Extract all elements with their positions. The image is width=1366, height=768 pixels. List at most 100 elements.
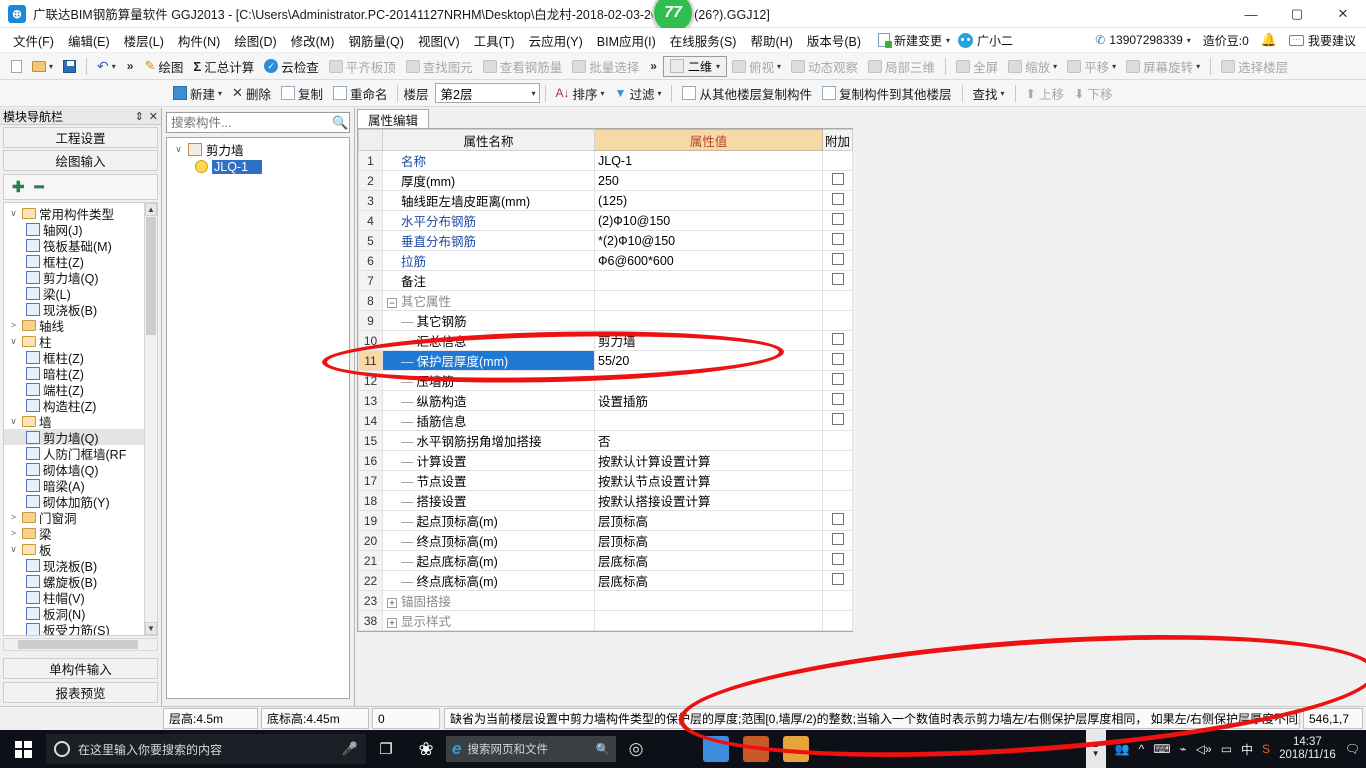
partial-3d-button[interactable]: 局部三维 [863, 55, 940, 78]
hscroll-thumb[interactable] [18, 640, 138, 649]
align-slab-top-button[interactable]: 平齐板顶 [324, 55, 401, 78]
property-value-cell[interactable] [594, 610, 823, 631]
property-name-cell[interactable]: — 水平钢筋拐角增加搭接 [382, 430, 595, 451]
menu-view[interactable]: 视图(V) [411, 28, 467, 53]
property-extra-cell[interactable] [822, 550, 853, 571]
property-extra-cell[interactable] [822, 270, 853, 291]
property-value-cell[interactable]: 层底标高 [594, 550, 823, 571]
property-name-cell[interactable]: — 计算设置 [382, 450, 595, 471]
property-value-cell[interactable]: (2)Ф10@150 [594, 210, 823, 231]
module-tree-node[interactable]: > 梁 [4, 525, 157, 542]
property-value-cell[interactable]: 层顶标高 [594, 530, 823, 551]
table-row[interactable]: 14— 插筋信息 [358, 410, 853, 431]
pinned-app-2[interactable]: ◎ [616, 730, 656, 768]
module-tree-node[interactable]: 现浇板(B) [4, 301, 157, 318]
property-extra-cell[interactable] [822, 290, 853, 311]
checkbox[interactable] [831, 393, 844, 405]
table-row[interactable]: 15— 水平钢筋拐角增加搭接否 [358, 430, 853, 451]
property-name-cell[interactable]: 拉筋 [382, 250, 595, 271]
suggestion-button[interactable]: ··· 我要建议 [1285, 30, 1360, 51]
property-extra-cell[interactable] [822, 430, 853, 451]
input-method-icon[interactable]: 中 [1241, 741, 1253, 758]
module-tree-hscrollbar[interactable] [3, 638, 158, 651]
property-value-cell[interactable]: 剪力墙 [594, 330, 823, 351]
move-down-button[interactable]: ⬇ 下移 [1069, 82, 1118, 105]
minimize-button[interactable]: — [1228, 0, 1274, 28]
toolbar-overflow-mid[interactable]: » [644, 59, 663, 73]
module-tree-node[interactable]: 剪力墙(Q) [4, 269, 157, 286]
property-value-cell[interactable]: 按默认节点设置计算 [594, 470, 823, 491]
property-extra-cell[interactable] [822, 470, 853, 491]
new-change-button[interactable]: 新建变更 ▾ [874, 30, 954, 51]
property-extra-cell[interactable] [822, 610, 853, 631]
module-button-draw-input[interactable]: 绘图输入 [3, 150, 158, 171]
property-value-cell[interactable]: (125) [594, 190, 823, 211]
copy-to-other-floor-button[interactable]: 复制构件到其他楼层 [817, 82, 957, 105]
property-value-cell[interactable]: Ф6@600*600 [594, 250, 823, 271]
property-value-cell[interactable] [594, 290, 823, 311]
scroll-down-icon[interactable]: ▼ [145, 622, 157, 635]
maximize-button[interactable]: ▢ [1274, 0, 1320, 28]
table-row[interactable]: 9— 其它钢筋 [358, 310, 853, 331]
property-name-cell[interactable]: 名称 [382, 150, 595, 171]
module-button-project-settings[interactable]: 工程设置 [3, 127, 158, 148]
chevron-down-icon[interactable]: ∨ [8, 416, 19, 427]
view-rebar-button[interactable]: 查看钢筋量 [478, 55, 568, 78]
coin-balance[interactable]: 造价豆:0 [1199, 30, 1253, 51]
menu-floor[interactable]: 楼层(L) [117, 28, 171, 53]
new-component-button[interactable]: 新建 ▾ [168, 82, 227, 105]
volume-icon[interactable]: ◁» [1196, 742, 1212, 756]
property-value-cell[interactable] [594, 270, 823, 291]
property-value-cell[interactable]: JLQ-1 [594, 150, 823, 171]
chevron-down-icon[interactable]: ∨ [8, 544, 19, 555]
property-value-cell[interactable]: 层顶标高 [594, 510, 823, 531]
chevron-down-icon[interactable]: ∨ [173, 144, 184, 155]
close-icon[interactable]: ✕ [149, 110, 158, 123]
pin-icon[interactable]: ⇕ [135, 110, 144, 123]
taskbar-app-pdf[interactable] [736, 730, 776, 768]
module-tree-node[interactable]: > 轴线 [4, 317, 157, 334]
property-value-cell[interactable]: 设置插筋 [594, 390, 823, 411]
property-extra-cell[interactable] [822, 570, 853, 591]
checkbox[interactable] [831, 273, 844, 285]
rename-component-button[interactable]: 重命名 [328, 82, 393, 105]
table-row[interactable]: 21— 起点底标高(m) 层底标高 [358, 550, 853, 571]
checkbox[interactable] [831, 333, 844, 345]
menu-edit[interactable]: 编辑(E) [61, 28, 117, 53]
draw-button[interactable]: ✎ 绘图 [139, 55, 188, 78]
table-row[interactable]: 5 垂直分布钢筋 *(2)Ф10@150 [358, 230, 853, 251]
checkbox[interactable] [831, 233, 844, 245]
property-value-cell[interactable]: 层底标高 [594, 570, 823, 591]
delete-component-button[interactable]: ✕ 删除 [227, 82, 276, 105]
table-row[interactable]: 18— 搭接设置 按默认搭接设置计算 [358, 490, 853, 511]
property-name-cell[interactable]: — 起点底标高(m) [382, 550, 595, 571]
copy-from-other-floor-button[interactable]: 从其他楼层复制构件 [677, 82, 817, 105]
property-name-cell[interactable]: − 其它属性 [382, 290, 595, 311]
row-expander-icon[interactable]: + [387, 597, 397, 608]
menu-component[interactable]: 构件(N) [171, 28, 227, 53]
property-name-cell[interactable]: 垂直分布钢筋 [382, 230, 595, 251]
property-name-cell[interactable]: + 显示样式 [382, 610, 595, 631]
sort-button[interactable]: A↓ 排序 ▾ [551, 82, 610, 105]
search-input[interactable] [171, 115, 332, 130]
property-extra-cell[interactable] [822, 190, 853, 211]
property-value-cell[interactable]: 250 [594, 170, 823, 191]
module-tree[interactable]: ∨ 常用构件类型 轴网(J) 筏板基础(M) 框柱(Z) 剪力墙(Q) 梁(L) 现浇板(B)… [3, 202, 158, 636]
property-name-cell[interactable]: — 起点顶标高(m) [382, 510, 595, 531]
screen-rotate-button[interactable]: 屏幕旋转 ▾ [1121, 55, 1205, 78]
find-button[interactable]: 查找 ▾ [968, 82, 1010, 105]
table-row[interactable]: 1 名称 JLQ-1 [358, 150, 853, 171]
row-expander-icon[interactable]: − [387, 297, 397, 308]
table-row[interactable]: 2 厚度(mm) 250 [358, 170, 853, 191]
filter-button[interactable]: ▼ 过滤 ▾ [610, 82, 667, 105]
scroll-thumb[interactable] [146, 217, 156, 335]
start-button[interactable] [0, 730, 46, 768]
property-value-cell[interactable]: 55/20 [594, 350, 823, 371]
menu-file[interactable]: 文件(F) [6, 28, 61, 53]
checkbox[interactable] [831, 173, 844, 185]
search-icon[interactable]: 🔍 [596, 742, 610, 756]
property-extra-cell[interactable] [822, 410, 853, 431]
property-extra-cell[interactable] [822, 350, 853, 371]
move-up-button[interactable]: ⬆ 上移 [1021, 82, 1070, 105]
checkbox[interactable] [831, 533, 844, 545]
